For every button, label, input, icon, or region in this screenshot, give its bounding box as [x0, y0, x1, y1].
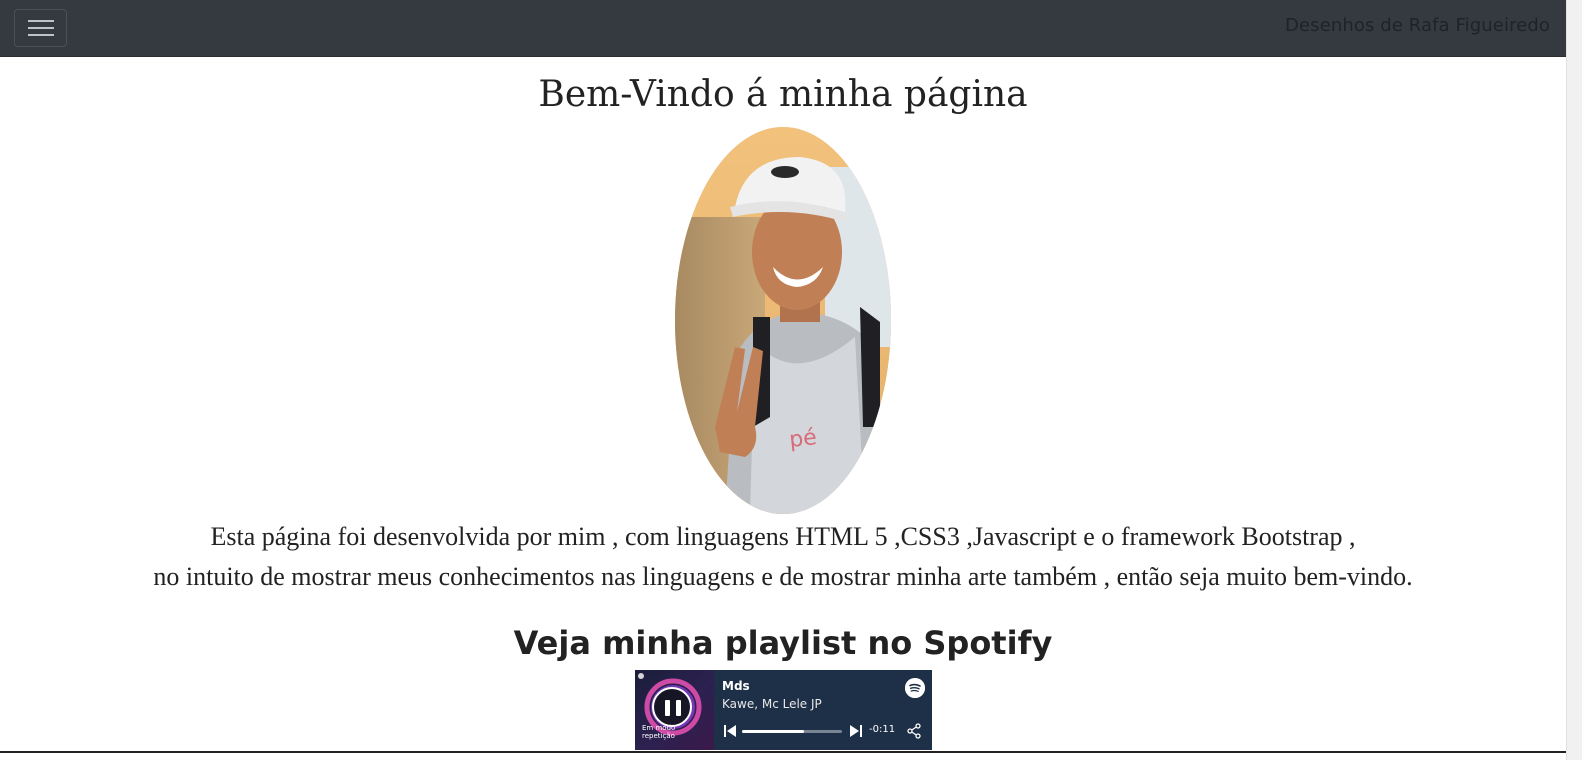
intro-text: Esta página foi desenvolvida por mim , c… [0, 517, 1566, 597]
hamburger-menu-icon [28, 20, 54, 36]
track-title[interactable]: Mds [722, 679, 750, 693]
album-cover[interactable]: Em modo repetição [635, 670, 714, 750]
next-track-icon[interactable] [850, 725, 862, 737]
top-navbar: Desenhos de Rafa Figueiredo [0, 0, 1566, 57]
page: Desenhos de Rafa Figueiredo Bem-Vindo á … [0, 0, 1582, 760]
intro-line-1: Esta página foi desenvolvida por mim , c… [210, 522, 1356, 551]
repeat-mode-label: Em modo repetição [642, 724, 676, 740]
pause-button[interactable] [652, 687, 692, 727]
navbar-brand-link[interactable]: Desenhos de Rafa Figueiredo [1285, 15, 1550, 36]
page-scrollbar[interactable] [1566, 0, 1582, 760]
navbar-toggler-button[interactable] [14, 9, 67, 47]
spotify-logo-icon[interactable] [905, 678, 925, 698]
pause-icon [665, 700, 670, 716]
svg-text:pé: pé [788, 425, 818, 453]
intro-line-2: no intuito de mostrar meus conhecimentos… [153, 562, 1413, 591]
profile-photo: pé [675, 127, 891, 514]
page-title: Bem-Vindo á minha página [538, 74, 1028, 115]
progress-fill [742, 730, 804, 733]
player-controls: -0:11 [722, 723, 927, 739]
track-artists[interactable]: Kawe, Mc Lele JP [722, 697, 822, 711]
bottom-divider [0, 751, 1566, 753]
time-remaining: -0:11 [869, 724, 896, 735]
spotify-player-embed[interactable]: Em modo repetição Mds Kawe, Mc Lele JP -… [635, 670, 932, 750]
previous-track-icon[interactable] [724, 725, 736, 737]
progress-bar[interactable] [742, 730, 842, 733]
share-icon[interactable] [906, 723, 922, 739]
playlist-heading: Veja minha playlist no Spotify [513, 624, 1053, 662]
